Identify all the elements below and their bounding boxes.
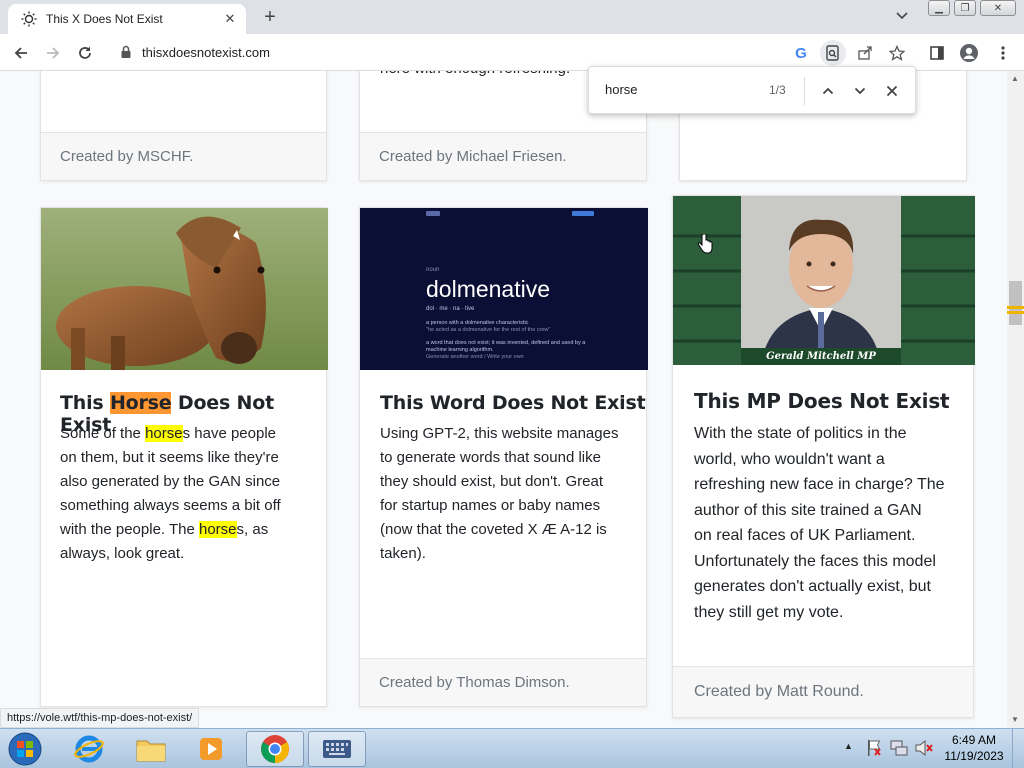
- sun-favicon-icon: [20, 10, 38, 28]
- top-card-1[interactable]: Created by MSCHF.: [40, 71, 327, 181]
- card-mp[interactable]: Gerald Mitchell MP This MP Does Not Exis…: [672, 195, 975, 718]
- keyboard-app-icon[interactable]: [308, 731, 366, 767]
- card-description: Using GPT-2, this website manages to gen…: [380, 425, 619, 562]
- new-tab-button[interactable]: +: [258, 6, 282, 28]
- chrome-icon[interactable]: [246, 731, 304, 767]
- card-footer: Created by Thomas Dimson.: [360, 658, 646, 706]
- profile-avatar-icon[interactable]: [956, 40, 982, 66]
- page-content: Created by MSCHF. here with enough refre…: [0, 71, 1024, 729]
- show-desktop-button[interactable]: [1012, 729, 1024, 768]
- find-next-chevron-down-icon[interactable]: [848, 79, 872, 103]
- tab-strip: This X Does Not Exist ✕ + ▁ ❐ ✕: [0, 0, 1024, 34]
- media-player-icon[interactable]: [182, 731, 240, 767]
- status-bubble: https://vole.wtf/this-mp-does-not-exist/: [0, 708, 200, 728]
- tab-search-chevron-icon[interactable]: [895, 8, 915, 26]
- url-text: thisxdoesnotexist.com: [142, 44, 270, 60]
- card-description: With the state of politics in the world,…: [694, 425, 945, 621]
- card-word[interactable]: noun dolmenative dol · me · na · tive a …: [359, 207, 648, 707]
- minimize-button[interactable]: ▁: [928, 0, 950, 16]
- bookmark-star-icon[interactable]: [884, 40, 910, 66]
- volume-muted-icon[interactable]: [914, 739, 934, 762]
- share-icon[interactable]: [852, 40, 878, 66]
- reload-icon[interactable]: [72, 40, 98, 66]
- find-marker: [1007, 311, 1024, 314]
- window-close-button[interactable]: ✕: [980, 0, 1016, 16]
- restore-button[interactable]: ❐: [954, 0, 976, 16]
- find-close-icon[interactable]: [880, 79, 904, 103]
- find-highlight-current: Horse: [109, 392, 172, 414]
- horse-image[interactable]: [41, 208, 328, 370]
- action-center-flag-icon[interactable]: [866, 739, 882, 762]
- card-text: here with enough refreshing.: [380, 71, 570, 81]
- address-bar[interactable]: thisxdoesnotexist.com: [110, 37, 850, 67]
- tray-expand-icon[interactable]: ▲: [844, 741, 853, 751]
- find-previous-chevron-up-icon[interactable]: [816, 79, 840, 103]
- find-bar: horse 1/3: [588, 66, 916, 114]
- word-image[interactable]: noun dolmenative dol · me · na · tive a …: [360, 208, 648, 370]
- internet-explorer-icon[interactable]: [60, 731, 118, 767]
- lock-icon[interactable]: [120, 45, 134, 59]
- side-panel-icon[interactable]: [924, 40, 950, 66]
- find-in-page-icon[interactable]: [820, 40, 846, 66]
- file-explorer-icon[interactable]: [122, 731, 180, 767]
- card-footer: Created by Matt Round.: [673, 666, 973, 717]
- system-clock[interactable]: 6:49 AM 11/19/2023: [942, 732, 1006, 764]
- tab-title: This X Does Not Exist: [46, 12, 163, 26]
- taskbar: ▲ 6:49 AM 11/19/2023: [0, 728, 1024, 768]
- forward-arrow-icon[interactable]: [40, 40, 66, 66]
- mp-caption: Gerald Mitchell MP: [766, 351, 876, 362]
- menu-kebab-icon[interactable]: [990, 40, 1016, 66]
- scrollbar-thumb[interactable]: [1009, 281, 1022, 325]
- browser-tab[interactable]: This X Does Not Exist ✕: [8, 4, 246, 34]
- page-scrollbar[interactable]: ▲ ▼: [1007, 71, 1024, 729]
- find-input[interactable]: horse: [605, 82, 638, 97]
- find-match-count: 1/3: [769, 83, 786, 97]
- network-icon[interactable]: [890, 739, 908, 762]
- card-description: Some of the horses have people on them, …: [60, 425, 281, 562]
- scroll-down-arrow-icon[interactable]: ▼: [1011, 715, 1019, 724]
- google-icon[interactable]: G: [788, 40, 814, 66]
- find-separator: [804, 77, 805, 105]
- card-footer: Created by MSCHF.: [41, 132, 326, 180]
- back-arrow-icon[interactable]: [8, 40, 34, 66]
- mp-image[interactable]: Gerald Mitchell MP: [673, 196, 975, 365]
- card-title[interactable]: This Word Does Not Exist: [380, 392, 646, 414]
- hand-cursor-icon: [697, 233, 713, 259]
- card-footer: Created by Michael Friesen.: [360, 132, 646, 180]
- scroll-up-arrow-icon[interactable]: ▲: [1011, 74, 1019, 83]
- find-highlight: horse: [145, 425, 183, 442]
- card-title[interactable]: This MP Does Not Exist: [694, 389, 950, 413]
- start-button[interactable]: [0, 731, 50, 767]
- find-highlight: horse: [198, 521, 237, 538]
- card-horse[interactable]: This Horse Does Not Exist Some of the ho…: [40, 207, 328, 707]
- tab-close-icon[interactable]: ✕: [220, 9, 240, 29]
- find-marker: [1007, 306, 1024, 309]
